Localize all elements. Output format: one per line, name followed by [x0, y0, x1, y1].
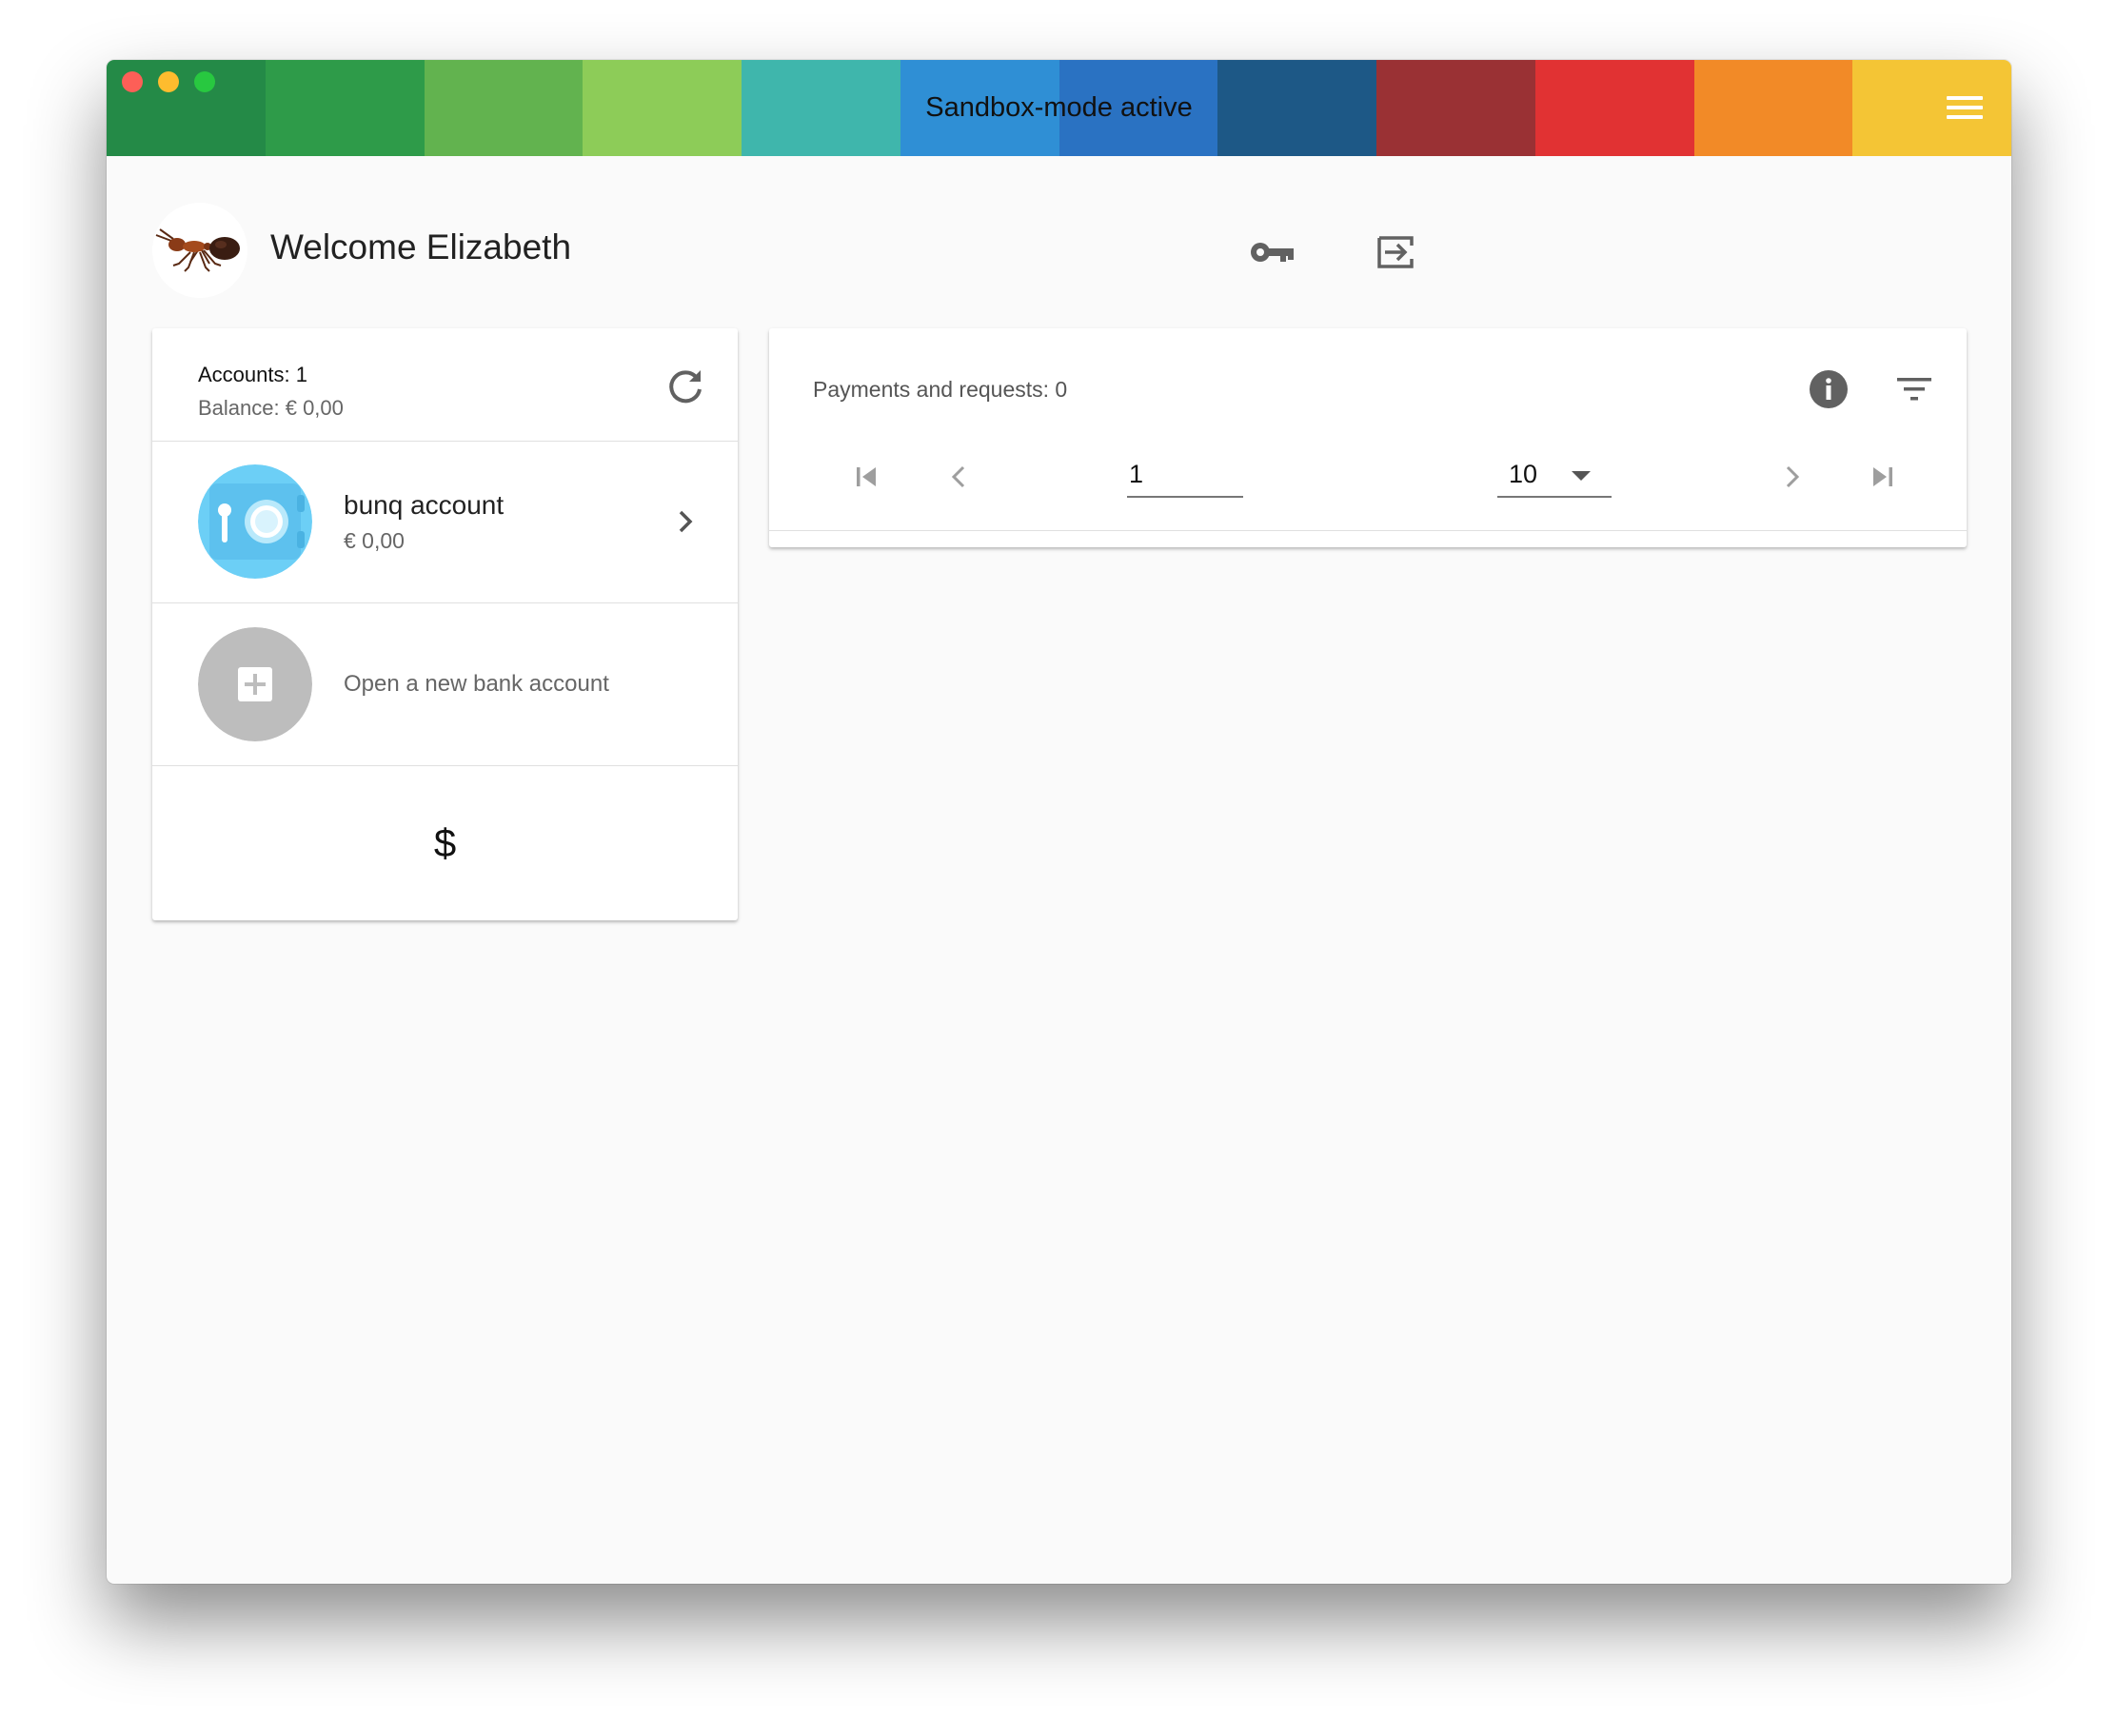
- accounts-count: Accounts: 1: [198, 363, 307, 386]
- chevron-right-icon: [679, 510, 693, 533]
- title-bar-stripe: [583, 60, 742, 156]
- key-button[interactable]: [1246, 226, 1299, 279]
- previous-page-button[interactable]: [940, 458, 979, 496]
- zoom-window-button[interactable]: [194, 71, 215, 92]
- payments-card: Payments and requests: 0 1 10: [769, 328, 1967, 547]
- logout-button[interactable]: [1369, 226, 1422, 279]
- accounts-balance: Balance: € 0,00: [198, 396, 344, 420]
- title-bar-stripe: [424, 60, 584, 156]
- logout-icon: [1377, 236, 1414, 268]
- next-page-button[interactable]: [1772, 458, 1810, 496]
- filter-icon: [1897, 378, 1931, 401]
- first-page-button[interactable]: [847, 458, 885, 496]
- title-bar: [107, 60, 2011, 156]
- chevron-right-icon: [1786, 465, 1800, 488]
- title-bar-stripe: [1534, 60, 1694, 156]
- last-page-button[interactable]: [1864, 458, 1902, 496]
- per-page-value: 10: [1509, 460, 1538, 488]
- title-bar-stripe: [265, 60, 425, 156]
- refresh-icon: [669, 370, 702, 404]
- first-page-icon: [857, 467, 876, 486]
- account-balance: € 0,00: [344, 528, 405, 553]
- currency-button[interactable]: $: [152, 766, 738, 920]
- key-icon: [1251, 243, 1294, 262]
- add-account-icon: [198, 627, 312, 741]
- page-number-input[interactable]: [1127, 452, 1243, 498]
- close-window-button[interactable]: [122, 71, 143, 92]
- title-bar-stripe: [1217, 60, 1376, 156]
- dollar-sign: $: [433, 820, 457, 865]
- payments-title: Payments and requests: 0: [813, 377, 1068, 402]
- info-icon: [1810, 370, 1848, 408]
- title-bar-stripe: [1852, 60, 2011, 156]
- title-bar-stripe: [1693, 60, 1853, 156]
- per-page-select[interactable]: 10: [1497, 452, 1612, 498]
- account-name: bunq account: [344, 490, 505, 520]
- accounts-summary: Accounts: 1 Balance: € 0,00: [152, 328, 738, 442]
- title-bar-stripe: [742, 60, 900, 156]
- minimize-window-button[interactable]: [158, 71, 179, 92]
- refresh-button[interactable]: [665, 366, 705, 406]
- ant-avatar-icon: [152, 203, 247, 298]
- avatar[interactable]: [152, 203, 247, 298]
- window-controls: [122, 71, 215, 92]
- accounts-card: Accounts: 1 Balance: € 0,00 bunq account…: [152, 328, 738, 920]
- open-new-account-item[interactable]: Open a new bank account: [152, 603, 738, 766]
- divider: [769, 530, 1967, 531]
- chevron-left-icon: [951, 465, 965, 488]
- title-bar-stripe: [900, 60, 1059, 156]
- info-button[interactable]: [1808, 368, 1850, 410]
- title-bar-stripe: [1376, 60, 1535, 156]
- dropdown-arrow-icon: [1572, 471, 1591, 481]
- open-new-account-label: Open a new bank account: [344, 671, 609, 697]
- title-bar-stripe: [1058, 60, 1218, 156]
- app-window: Sandbox-mode active Welcome Elizabeth Ac…: [107, 60, 2011, 1584]
- safe-icon: [198, 464, 312, 579]
- hamburger-menu-icon[interactable]: [1947, 96, 1983, 121]
- account-item-bunq[interactable]: bunq account € 0,00: [152, 441, 738, 603]
- filter-button[interactable]: [1893, 368, 1935, 410]
- welcome-title: Welcome Elizabeth: [270, 227, 572, 266]
- last-page-icon: [1873, 467, 1892, 486]
